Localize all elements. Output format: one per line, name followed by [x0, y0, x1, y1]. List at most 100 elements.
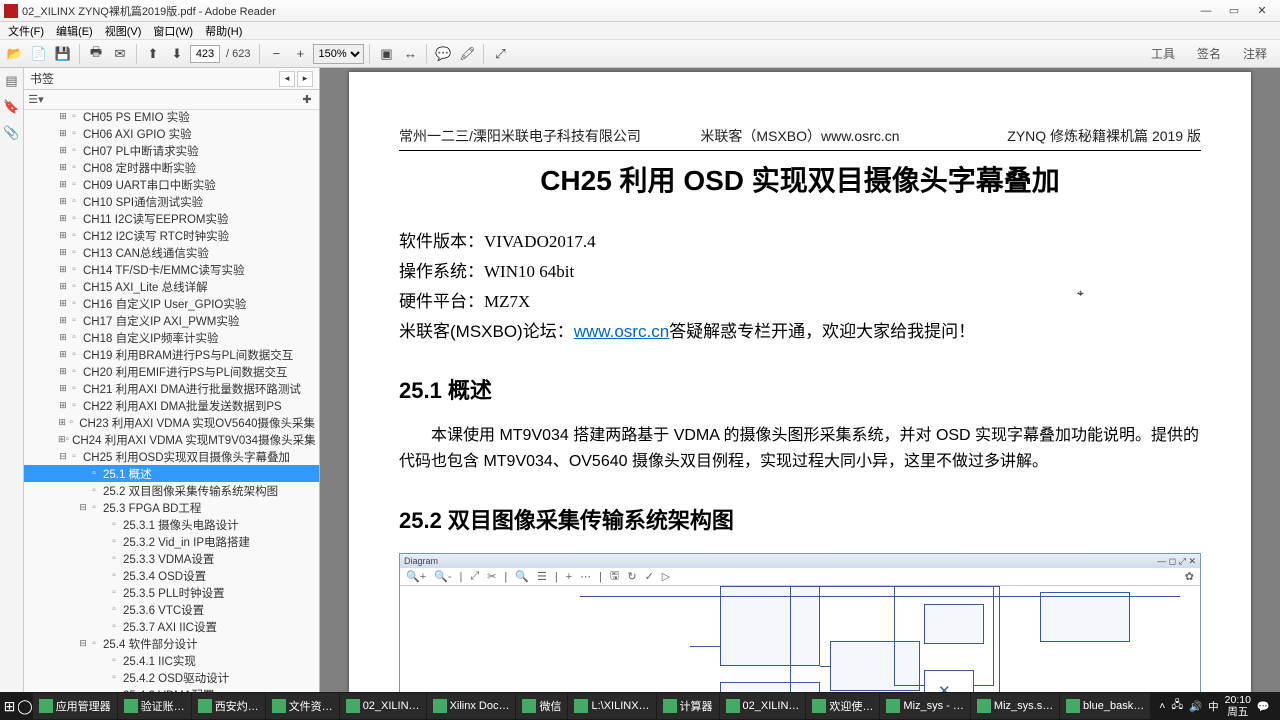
taskbar-item[interactable]: Miz_sys.s…: [971, 693, 1059, 719]
bookmark-item[interactable]: ⊟▫CH25 利用OSD实现双目摄像头字幕叠加: [24, 448, 319, 465]
panel-next-icon[interactable]: ▸: [297, 71, 313, 87]
diag-fit-icon[interactable]: ⤢: [470, 570, 479, 583]
taskbar-item[interactable]: Miz_sys - …: [880, 693, 970, 719]
bookmark-item[interactable]: ⊞▫CH05 PS EMIO 实验: [24, 110, 319, 125]
create-pdf-icon[interactable]: 📄: [28, 43, 50, 65]
highlight-icon[interactable]: 🖍: [456, 43, 478, 65]
maximize-button[interactable]: ▭: [1220, 2, 1248, 20]
diag-list-icon[interactable]: ☰: [537, 570, 547, 583]
zoom-in-icon[interactable]: +: [289, 43, 311, 65]
bookmark-item[interactable]: ▫25.1 概述: [24, 465, 319, 482]
bookmark-item[interactable]: ⊞▫CH15 AXI_Lite 总线详解: [24, 278, 319, 295]
bookmark-item[interactable]: ▫25.3.6 VTC设置: [24, 601, 319, 618]
bookmark-item[interactable]: ⊞▫CH08 定时器中断实验: [24, 159, 319, 176]
bookmark-item[interactable]: ▫25.4.3 VDMA配置: [24, 686, 319, 692]
open-icon[interactable]: 📂: [4, 43, 26, 65]
bookmark-item[interactable]: ⊞▫CH22 利用AXI DMA批量发送数据到PS: [24, 397, 319, 414]
page-down-icon[interactable]: ⬇: [166, 43, 188, 65]
menu-window[interactable]: 窗口(W): [147, 23, 199, 39]
zoom-select[interactable]: 150%: [313, 44, 364, 64]
bookmark-item[interactable]: ⊞▫CH11 I2C读写EEPROM实验: [24, 210, 319, 227]
tray-volume-icon[interactable]: 🔊: [1189, 700, 1202, 713]
bookmark-item[interactable]: ▫25.3.1 摄像头电路设计: [24, 516, 319, 533]
panel-prev-icon[interactable]: ◂: [279, 71, 295, 87]
bookmark-item[interactable]: ⊟▫25.3 FPGA BD工程: [24, 499, 319, 516]
bookmark-item[interactable]: ⊞▫CH16 自定义IP User_GPIO实验: [24, 295, 319, 312]
taskbar-item[interactable]: 验证账…: [118, 693, 191, 719]
diag-settings-icon[interactable]: ✿: [1185, 570, 1194, 583]
tools-button[interactable]: 工具: [1142, 42, 1184, 65]
bookmark-item[interactable]: ▫25.3.4 OSD设置: [24, 567, 319, 584]
bookmark-item[interactable]: ⊞▫CH23 利用AXI VDMA 实现OV5640摄像头采集: [24, 414, 319, 431]
thumbnails-icon[interactable]: ▤: [3, 72, 21, 90]
fit-width-icon[interactable]: ↔: [399, 43, 421, 65]
bookmark-item[interactable]: ⊞▫CH20 利用EMIF进行PS与PL间数据交互: [24, 363, 319, 380]
save-icon[interactable]: 💾: [52, 43, 74, 65]
bookmark-item[interactable]: ▫25.4.1 IIC实现: [24, 652, 319, 669]
bookmark-item[interactable]: ▫25.3.5 PLL时钟设置: [24, 584, 319, 601]
bookmark-new-icon[interactable]: ✚: [299, 92, 315, 108]
taskbar-item[interactable]: 西安灼…: [192, 693, 265, 719]
fit-page-icon[interactable]: ▣: [375, 43, 397, 65]
bookmarks-icon[interactable]: 🔖: [3, 98, 21, 116]
document-area[interactable]: 常州一二三/溧阳米联电子科技有限公司 米联客（MSXBO）www.osrc.cn…: [320, 68, 1280, 692]
taskbar[interactable]: ⊞ ◯ 应用管理器验证账…西安灼…文件资… 02_XILIN… Xilinx Doc…: [0, 692, 1280, 720]
annotate-button[interactable]: 注释: [1234, 42, 1276, 65]
read-mode-icon[interactable]: ⤢: [489, 43, 511, 65]
bookmark-item[interactable]: ⊞▫CH14 TF/SD卡/EMMC读写实验: [24, 261, 319, 278]
bookmark-item[interactable]: ⊞▫CH17 自定义IP AXI_PWM实验: [24, 312, 319, 329]
diag-add-icon[interactable]: +: [566, 571, 572, 583]
forum-link[interactable]: www.osrc.cn: [574, 322, 669, 341]
email-icon[interactable]: ✉: [109, 43, 131, 65]
diag-search-icon[interactable]: 🔍: [515, 570, 529, 583]
taskbar-item[interactable]: 欢迎使…: [806, 693, 879, 719]
page-up-icon[interactable]: ⬆: [142, 43, 164, 65]
notifications-icon[interactable]: 💬: [1257, 700, 1270, 713]
menu-view[interactable]: 视图(V): [99, 23, 148, 39]
page-input[interactable]: [190, 45, 220, 63]
cortana-icon[interactable]: ◯: [18, 693, 32, 719]
taskbar-item[interactable]: 02_XILIN…: [720, 693, 806, 719]
bookmark-item[interactable]: ⊞▫CH13 CAN总线通信实验: [24, 244, 319, 261]
bookmark-item[interactable]: ⊞▫CH18 自定义IP频率计实验: [24, 329, 319, 346]
bookmark-item[interactable]: ⊞▫CH10 SPI通信测试实验: [24, 193, 319, 210]
diag-zoom-in-icon[interactable]: 🔍+: [406, 570, 426, 583]
comment-icon[interactable]: 💬: [432, 43, 454, 65]
menu-edit[interactable]: 编辑(E): [50, 23, 99, 39]
tray-up-icon[interactable]: ˄: [1159, 700, 1165, 712]
diagram-window-controls[interactable]: — ◻ ⤢ ✕: [1157, 556, 1196, 567]
menu-file[interactable]: 文件(F): [2, 23, 50, 39]
taskbar-item[interactable]: 文件资…: [266, 693, 339, 719]
diag-validate-icon[interactable]: ✓: [645, 570, 654, 583]
taskbar-item[interactable]: Xilinx Doc…: [427, 693, 516, 719]
print-icon[interactable]: 🖶: [85, 43, 107, 65]
bookmark-item[interactable]: ⊟▫25.4 软件部分设计: [24, 635, 319, 652]
taskbar-item[interactable]: blue_bask…: [1060, 693, 1150, 719]
bookmark-options-icon[interactable]: ☰▾: [28, 92, 44, 108]
bookmark-item[interactable]: ⊞▫CH06 AXI GPIO 实验: [24, 125, 319, 142]
bookmark-item[interactable]: ⊞▫CH12 I2C读写 RTC时钟实验: [24, 227, 319, 244]
zoom-out-icon[interactable]: −: [265, 43, 287, 65]
bookmark-item[interactable]: ▫25.2 双目图像采集传输系统架构图: [24, 482, 319, 499]
diag-save-icon[interactable]: 🖫: [610, 567, 619, 586]
bookmark-item[interactable]: ▫25.3.3 VDMA设置: [24, 550, 319, 567]
bookmark-item[interactable]: ▫25.3.2 Vid_in IP电路搭建: [24, 533, 319, 550]
bookmark-item[interactable]: ▫25.3.7 AXI IIC设置: [24, 618, 319, 635]
bookmark-item[interactable]: ⊞▫CH24 利用AXI VDMA 实现MT9V034摄像头采集: [24, 431, 319, 448]
bookmark-item[interactable]: ⊞▫CH09 UART串口中断实验: [24, 176, 319, 193]
bookmarks-tree[interactable]: ⊞▫CH05 PS EMIO 实验⊞▫CH06 AXI GPIO 实验 ⊞▫CH0…: [24, 110, 319, 692]
minimize-button[interactable]: —: [1192, 2, 1220, 20]
diag-zoom-out-icon[interactable]: 🔍-: [434, 570, 451, 583]
diag-refresh-icon[interactable]: ↻: [627, 570, 636, 583]
close-button[interactable]: ✕: [1248, 2, 1276, 20]
diag-run-icon[interactable]: ▷: [662, 570, 670, 583]
taskbar-item[interactable]: 应用管理器: [33, 693, 117, 719]
tray-network-icon[interactable]: 🖧: [1171, 697, 1183, 715]
taskbar-clock[interactable]: 20:10周五: [1225, 694, 1251, 718]
bookmark-item[interactable]: ⊞▫CH21 利用AXI DMA进行批量数据环路测试: [24, 380, 319, 397]
start-button[interactable]: ⊞: [2, 693, 17, 719]
diag-more-icon[interactable]: ⋯: [580, 570, 591, 583]
sign-button[interactable]: 签名: [1188, 42, 1230, 65]
tray-ime-icon[interactable]: 中: [1208, 699, 1219, 714]
bookmark-item[interactable]: ▫25.4.2 OSD驱动设计: [24, 669, 319, 686]
